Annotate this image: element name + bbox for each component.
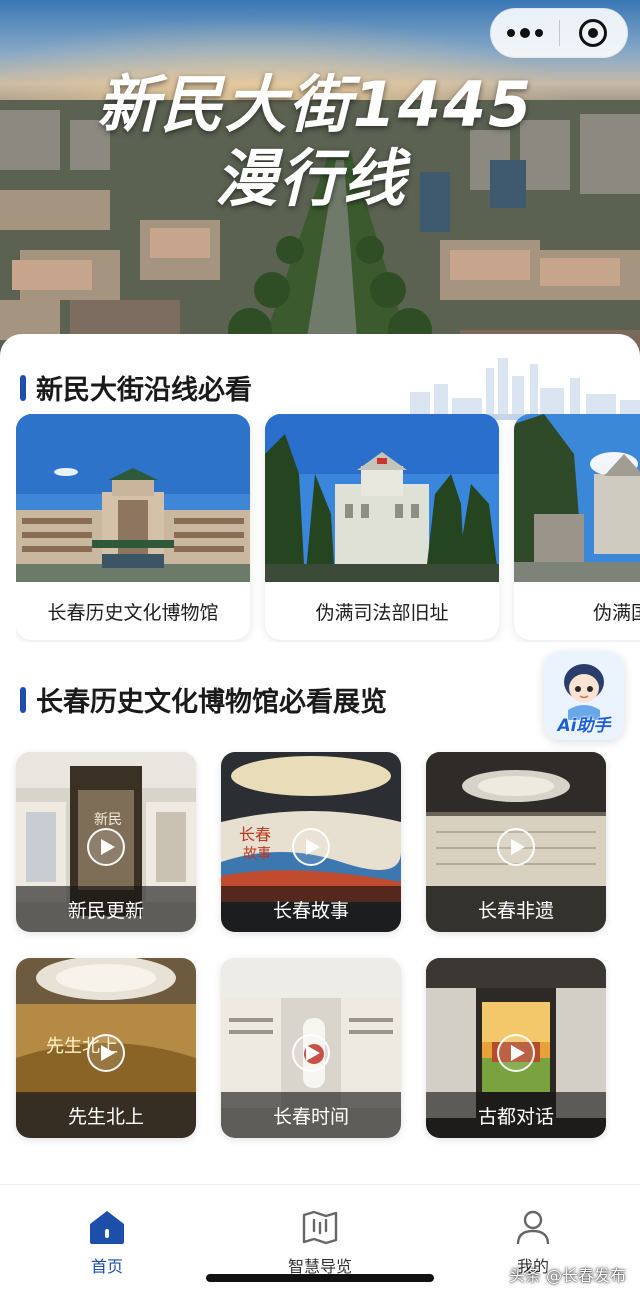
content-panel: 新民大街沿线必看 长春历史文化博物馆 伪满司法部旧址 伪满 Ai助手 长春历史文…: [0, 334, 640, 1184]
exhibit-label: 长春非遗: [426, 886, 606, 932]
exhibit-card[interactable]: 古都对话: [426, 958, 606, 1138]
play-icon: [497, 828, 535, 866]
exhibit-label: 新民更新: [16, 886, 196, 932]
exhibit-card[interactable]: 长春 故事 长春故事: [221, 752, 401, 932]
section-title-bar: [20, 374, 26, 401]
target-icon: [579, 19, 608, 47]
svg-text:长春: 长春: [239, 825, 271, 844]
exhibit-label: 古都对话: [426, 1092, 606, 1138]
skyline-decoration: [390, 358, 640, 420]
hero-title: 新民大街1445 漫行线: [0, 68, 640, 216]
more-dots-icon: [506, 28, 543, 38]
section-title-sites: 新民大街沿线必看: [20, 368, 252, 407]
section-title-text: 长春历史文化博物馆必看展览: [36, 687, 387, 718]
section-title-exhibits: 长春历史文化博物馆必看展览: [20, 680, 387, 719]
ai-helper-button[interactable]: Ai助手: [544, 652, 624, 740]
exhibit-card[interactable]: 新 民 新民更新: [16, 752, 196, 932]
close-miniprogram-button[interactable]: [560, 8, 628, 58]
exhibit-label: 长春时间: [221, 1092, 401, 1138]
site-photo: [514, 414, 640, 582]
ai-helper-label: Ai助手: [557, 716, 611, 736]
svg-text:新: 新: [94, 812, 108, 828]
hero-title-line2: 漫行线: [214, 142, 407, 215]
site-label: 长春历史文化博物馆: [47, 601, 219, 624]
watermark: 头条 @长春发布: [508, 1266, 626, 1285]
user-icon: [513, 1207, 553, 1247]
home-icon: [87, 1207, 127, 1247]
map-icon: [300, 1207, 340, 1247]
svg-text:故事: 故事: [243, 846, 271, 862]
play-icon: [292, 828, 330, 866]
exhibit-card[interactable]: 先生北上 先生北上: [16, 958, 196, 1138]
exhibit-card[interactable]: 长春时间: [221, 958, 401, 1138]
exhibit-label: 长春故事: [221, 886, 401, 932]
site-card[interactable]: 伪满司法部旧址: [265, 414, 499, 640]
section-title-text: 新民大街沿线必看: [36, 375, 252, 406]
play-icon: [292, 1034, 330, 1072]
sites-carousel[interactable]: 长春历史文化博物馆 伪满司法部旧址 伪满: [16, 414, 640, 642]
home-indicator[interactable]: [206, 1274, 434, 1282]
tab-smart-guide[interactable]: 智慧导览: [260, 1207, 380, 1277]
section-title-bar: [20, 686, 26, 713]
page: 新民大街1445 漫行线 新民大街沿线必看 长春历史文化博物馆 伪满司法部旧址 …: [0, 0, 640, 1296]
hero-title-line1: 新民大街1445: [96, 68, 534, 141]
play-icon: [87, 1034, 125, 1072]
site-card[interactable]: 长春历史文化博物馆: [16, 414, 250, 640]
play-icon: [497, 1034, 535, 1072]
play-icon: [87, 828, 125, 866]
site-label: 伪满国务: [592, 601, 640, 624]
site-photo: [16, 414, 250, 582]
tab-label: 首页: [90, 1257, 123, 1276]
exhibit-label: 先生北上: [16, 1092, 196, 1138]
more-button[interactable]: [491, 8, 559, 58]
site-photo: [265, 414, 499, 582]
exhibit-card[interactable]: 长春非遗: [426, 752, 606, 932]
site-card[interactable]: 伪满国务: [514, 414, 640, 640]
site-label: 伪满司法部旧址: [315, 601, 449, 624]
tab-home[interactable]: 首页: [47, 1207, 167, 1277]
miniprogram-capsule: [490, 8, 628, 58]
svg-text:民: 民: [108, 812, 122, 828]
